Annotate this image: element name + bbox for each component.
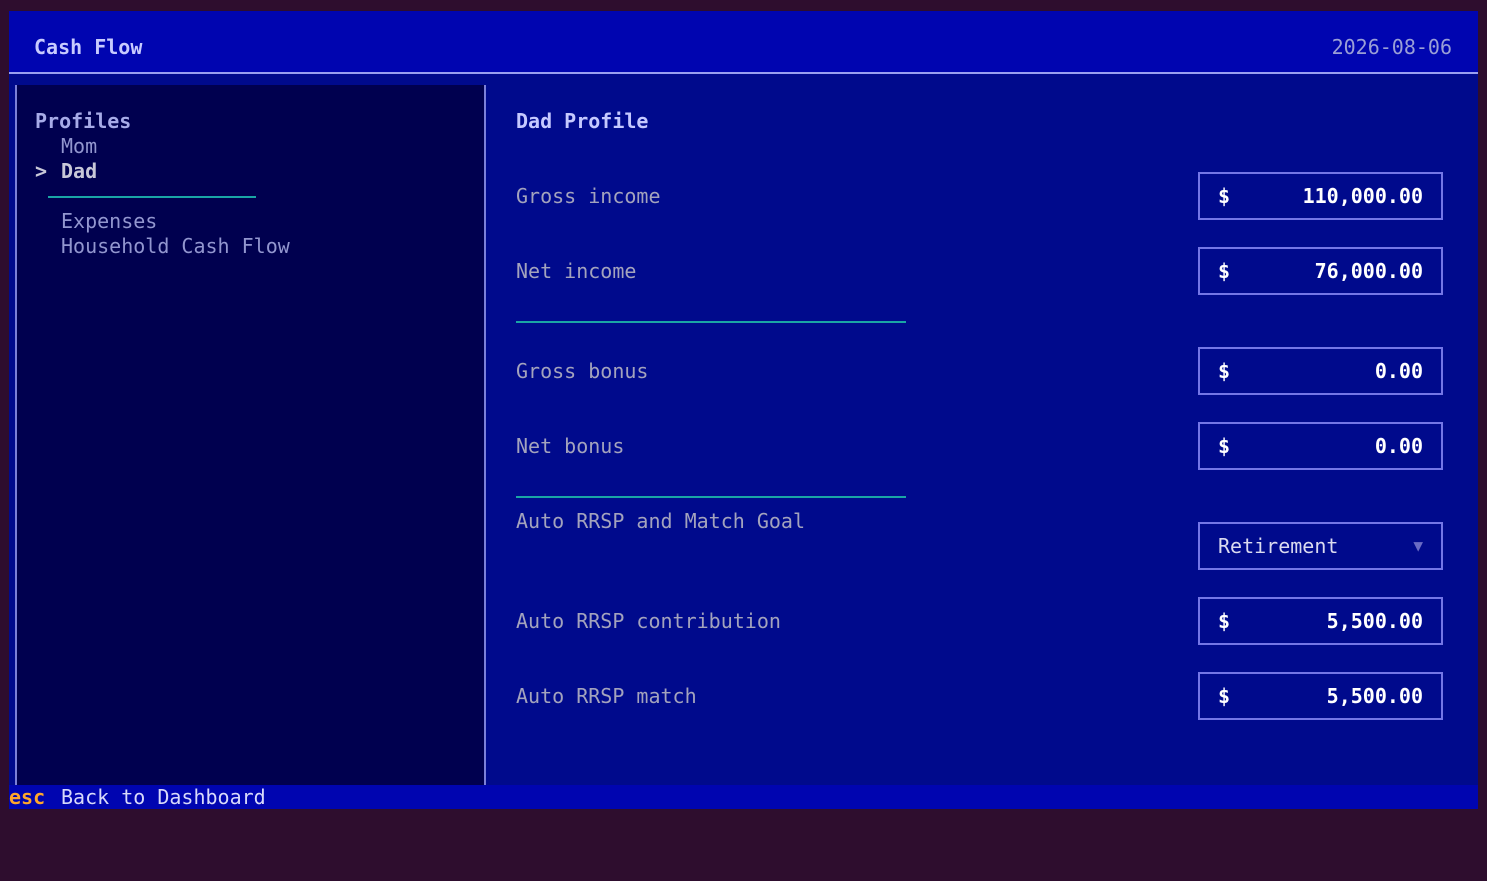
rrsp-goal-label: Auto RRSP and Match Goal: [516, 509, 805, 533]
rrsp-goal-selected-value: Retirement: [1218, 534, 1339, 558]
rrsp-match-field[interactable]: $ 5,500.00: [1198, 672, 1443, 720]
rrsp-goal-select[interactable]: Retirement ▼: [1198, 522, 1443, 570]
net-income-value: 76,000.00: [1314, 259, 1423, 283]
sidebar-item-expenses[interactable]: Expenses: [61, 209, 157, 234]
rrsp-contribution-value: 5,500.00: [1326, 609, 1423, 633]
currency-symbol: $: [1218, 359, 1231, 383]
rrsp-match-label: Auto RRSP match: [516, 684, 697, 708]
bonus-separator: [516, 496, 906, 498]
income-separator: [516, 321, 906, 323]
gross-bonus-value: 0.00: [1374, 359, 1423, 383]
sidebar-separator: [48, 196, 256, 198]
sidebar-item-household-cash-flow[interactable]: Household Cash Flow: [61, 234, 290, 259]
gross-bonus-field[interactable]: $ 0.00: [1198, 347, 1443, 395]
net-bonus-value: 0.00: [1374, 434, 1423, 458]
profiles-heading: Profiles: [35, 109, 132, 133]
currency-symbol: $: [1218, 184, 1231, 208]
currency-symbol: $: [1218, 609, 1231, 633]
net-bonus-label: Net bonus: [516, 434, 625, 458]
rrsp-match-value: 5,500.00: [1326, 684, 1423, 708]
sidebar-item-mom[interactable]: Mom: [61, 134, 97, 159]
header-date: 2026-08-06: [1331, 35, 1452, 59]
gross-bonus-label: Gross bonus: [516, 359, 649, 383]
profile-title: Dad Profile: [516, 109, 649, 133]
chevron-down-icon: ▼: [1413, 536, 1423, 555]
gross-income-value: 110,000.00: [1302, 184, 1423, 208]
currency-symbol: $: [1218, 684, 1231, 708]
currency-symbol: $: [1218, 259, 1231, 283]
header-bar: Cash Flow 2026-08-06: [9, 11, 1478, 74]
gross-income-label: Gross income: [516, 184, 661, 208]
net-income-field[interactable]: $ 76,000.00: [1198, 247, 1443, 295]
profiles-sidebar: Profiles Mom > Dad Expenses Household Ca…: [15, 85, 486, 785]
esc-key-hint[interactable]: esc: [9, 785, 45, 809]
profile-panel: Dad Profile Gross income $ 110,000.00 Ne…: [485, 85, 1478, 785]
currency-symbol: $: [1218, 434, 1231, 458]
rrsp-contribution-label: Auto RRSP contribution: [516, 609, 781, 633]
selected-marker: >: [35, 159, 48, 183]
gross-income-field[interactable]: $ 110,000.00: [1198, 172, 1443, 220]
net-income-label: Net income: [516, 259, 637, 283]
net-bonus-field[interactable]: $ 0.00: [1198, 422, 1443, 470]
app-window: Cash Flow 2026-08-06 Profiles Mom > Dad …: [9, 11, 1478, 809]
footer-bar: esc Back to Dashboard: [9, 785, 1478, 809]
rrsp-contribution-field[interactable]: $ 5,500.00: [1198, 597, 1443, 645]
sidebar-item-dad[interactable]: Dad: [61, 159, 97, 184]
back-to-dashboard-label[interactable]: Back to Dashboard: [61, 785, 266, 809]
app-title: Cash Flow: [34, 35, 143, 59]
